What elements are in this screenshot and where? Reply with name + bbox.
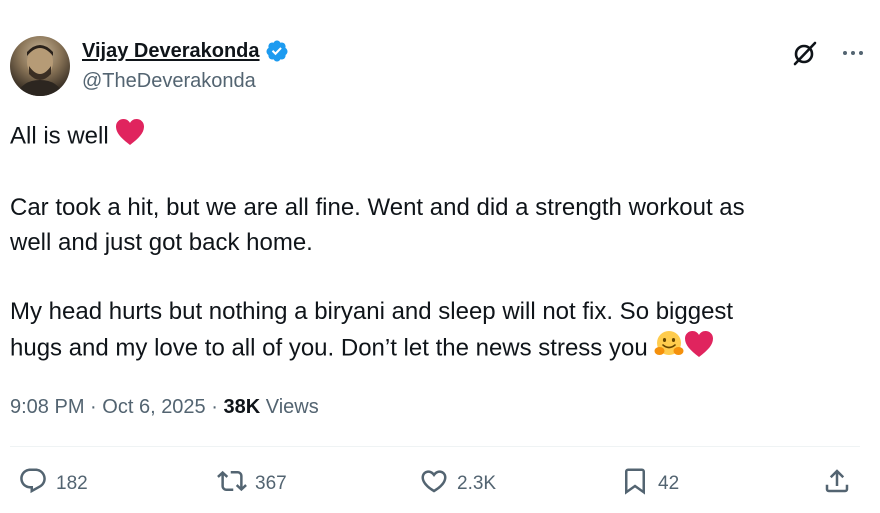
tweet-date[interactable]: Oct 6, 2025 <box>102 396 205 418</box>
meta-separator: · <box>90 396 97 418</box>
reply-button[interactable]: 182 <box>18 464 88 504</box>
tweet-line: All is well <box>10 118 870 157</box>
tweet-line: well and just got back home. <box>10 228 313 256</box>
author-names: Vijay Deverakonda @TheDeverakonda <box>82 38 289 93</box>
divider <box>10 446 860 447</box>
author-handle[interactable]: @TheDeverakonda <box>82 70 289 93</box>
bookmark-icon <box>620 466 650 502</box>
author-display-name[interactable]: Vijay Deverakonda <box>82 40 260 63</box>
more-options-icon[interactable] <box>836 38 870 68</box>
red-heart-emoji-icon <box>684 330 714 369</box>
repost-count: 367 <box>255 473 287 494</box>
tweet-time[interactable]: 9:08 PM <box>10 396 84 418</box>
tweet-line: Car took a hit, but we are all fine. Wen… <box>10 194 745 221</box>
meta-separator: · <box>211 396 218 418</box>
views-label[interactable]: Views <box>266 396 319 418</box>
bookmark-count: 42 <box>658 473 680 494</box>
tweet-line-text: All is well <box>10 122 109 150</box>
red-heart-emoji-icon <box>115 118 145 157</box>
tweet-meta: 9:08 PM · Oct 6, 2025 · 38K Views <box>10 396 319 419</box>
reply-icon <box>18 466 48 502</box>
like-count: 2.3K <box>457 473 497 494</box>
tweet-text: All is well Car took a hit, but we are a… <box>10 118 870 370</box>
tweet-header: Vijay Deverakonda @TheDeverakonda <box>10 36 870 98</box>
bookmark-button[interactable]: 42 <box>620 464 679 504</box>
views-count[interactable]: 38K <box>223 396 260 418</box>
tweet-line: hugs and my love to all of you. Don’t le… <box>10 329 870 370</box>
heart-icon <box>419 466 449 502</box>
avatar[interactable] <box>10 36 70 96</box>
share-icon <box>822 466 852 502</box>
tweet-line-text: hugs and my love to all of you. Don’t le… <box>10 334 648 362</box>
repost-button[interactable]: 367 <box>217 464 287 504</box>
hugging-face-emoji-icon <box>654 329 684 370</box>
tweet-line: My head hurts but nothing a biryani and … <box>10 297 734 325</box>
action-bar: 182 367 2.3K 42 <box>0 464 880 504</box>
grok-icon[interactable] <box>792 40 818 66</box>
share-button[interactable] <box>822 464 852 504</box>
reply-count: 182 <box>56 473 88 494</box>
repost-icon <box>217 466 247 502</box>
like-button[interactable]: 2.3K <box>419 464 496 504</box>
verified-badge-icon[interactable] <box>265 39 289 63</box>
